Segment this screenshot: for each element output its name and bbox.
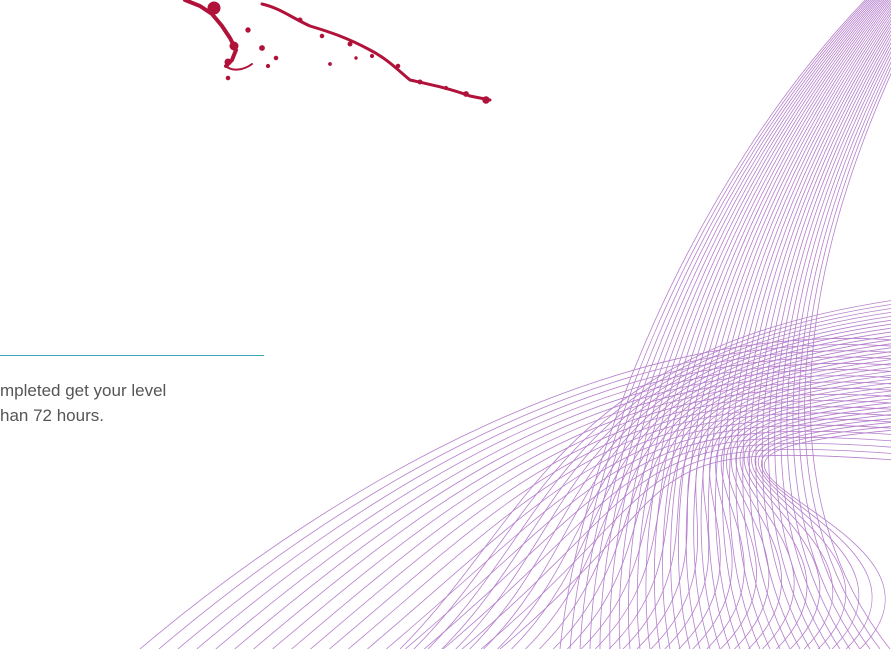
line-art-stroke: [442, 436, 891, 649]
line-art-stroke: [636, 0, 881, 649]
line-art-stroke: [599, 0, 874, 649]
line-art-stroke: [804, 67, 891, 649]
line-art-stroke: [678, 378, 891, 649]
info-text: mpleted get your level han 72 hours.: [0, 381, 167, 425]
line-art-stroke: [774, 42, 891, 649]
accent-divider: [0, 355, 264, 356]
line-art-stroke: [386, 418, 891, 649]
line-art-stroke: [622, 363, 891, 649]
line-art-stroke: [291, 387, 891, 649]
line-art-stroke: [678, 0, 891, 649]
line-art-stroke: [761, 426, 891, 649]
line-art-stroke: [589, 0, 872, 649]
line-art-stroke: [786, 51, 891, 649]
line-art-stroke: [754, 418, 891, 649]
purple-line-waves-graphic: [139, 0, 891, 649]
line-art-stroke: [272, 381, 891, 649]
